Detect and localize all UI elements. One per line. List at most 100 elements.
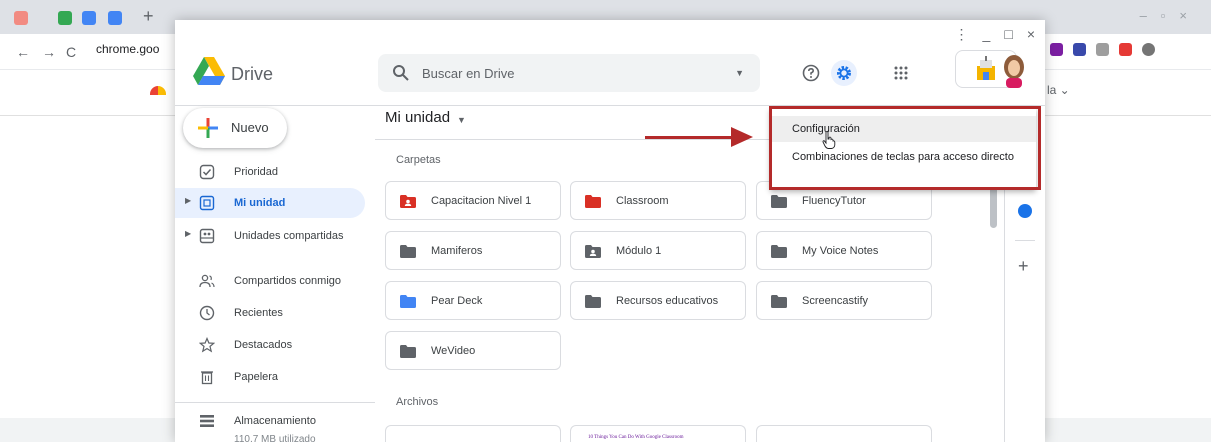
folder-name: FluencyTutor xyxy=(802,195,866,207)
folder-icon xyxy=(585,295,601,308)
sidebar-item-label: Prioridad xyxy=(234,166,279,178)
chevron-down-icon[interactable]: ▼ xyxy=(457,115,466,125)
bookmark-partial[interactable]: la ⌄ xyxy=(1047,83,1070,97)
sidebar-item-my-drive[interactable]: ▶ Mi unidad xyxy=(175,188,365,218)
folder-card[interactable]: Mamiferos xyxy=(385,231,561,270)
folder-icon xyxy=(400,295,416,308)
minimize-icon[interactable]: _ xyxy=(983,26,991,43)
sidebar-item-label: Recientes xyxy=(234,307,283,319)
extension-icons xyxy=(1050,43,1155,56)
folders-section-title: Carpetas xyxy=(396,154,441,166)
sidebar-item-priority[interactable]: Prioridad xyxy=(175,157,365,187)
reload-icon[interactable]: C xyxy=(66,44,76,60)
new-button-label: Nuevo xyxy=(231,120,269,135)
settings-button[interactable] xyxy=(831,60,857,86)
search-bar: ▼ xyxy=(378,54,760,92)
sidebar-item-label: Unidades compartidas xyxy=(234,230,344,242)
annotation-arrow-line xyxy=(645,136,735,139)
drive-window: ⋮ _ □ × Drive ▼ xyxy=(175,20,1045,442)
clock-icon xyxy=(199,305,215,321)
search-options-icon[interactable]: ▼ xyxy=(735,68,744,78)
annotation-arrow-head xyxy=(731,127,753,147)
school-building-icon xyxy=(977,56,995,80)
apps-button[interactable] xyxy=(888,60,914,86)
sidebar-item-label: Destacados xyxy=(234,339,293,351)
sidebar-item-trash[interactable]: Papelera xyxy=(175,362,365,392)
files-section-title: Archivos xyxy=(396,396,439,408)
tasks-icon[interactable] xyxy=(1018,204,1032,218)
close-icon[interactable]: × xyxy=(1027,26,1035,43)
folder-name: Recursos educativos xyxy=(616,295,719,307)
address-bar-url[interactable]: chrome.goo xyxy=(96,42,159,56)
drive-header: Drive ▼ xyxy=(175,44,1045,106)
expand-arrow-icon[interactable]: ▶ xyxy=(185,229,191,238)
sidebar-item-shared-drives[interactable]: ▶ Unidades compartidas xyxy=(175,221,365,251)
page-title[interactable]: Mi unidad xyxy=(385,109,450,126)
tab-favicon-icon[interactable] xyxy=(14,11,28,25)
annotation-highlight-box xyxy=(769,106,1041,190)
folder-name: My Voice Notes xyxy=(802,245,879,257)
rainbow-icon[interactable] xyxy=(150,86,166,95)
plus-icon xyxy=(198,118,218,138)
star-icon xyxy=(199,337,215,353)
window-controls: ⋮ _ □ × xyxy=(955,26,1035,43)
folder-card[interactable]: My Voice Notes xyxy=(756,231,932,270)
folder-icon xyxy=(400,245,416,258)
sidebar-item-label: Mi unidad xyxy=(234,197,286,209)
folder-icon xyxy=(771,195,787,208)
extension-icon[interactable] xyxy=(1096,43,1109,56)
sidebar-item-storage[interactable]: Almacenamiento xyxy=(175,406,365,436)
search-icon[interactable] xyxy=(392,64,410,82)
gear-icon xyxy=(837,66,851,80)
file-card[interactable] xyxy=(756,425,932,442)
folder-card[interactable]: Classroom xyxy=(570,181,746,220)
sidebar-item-starred[interactable]: Destacados xyxy=(175,330,365,360)
folder-name: Pear Deck xyxy=(431,295,483,307)
folder-card[interactable]: Screencastify xyxy=(756,281,932,320)
apps-grid-icon xyxy=(894,66,908,80)
add-addon-icon[interactable]: + xyxy=(1018,256,1029,277)
back-icon[interactable]: ← xyxy=(16,44,30,60)
folder-card[interactable]: Módulo 1 xyxy=(570,231,746,270)
folder-name: Screencastify xyxy=(802,295,869,307)
file-card[interactable]: 10 Things You Can Do With Google Classro… xyxy=(570,425,746,442)
search-input[interactable] xyxy=(422,54,722,92)
folder-card[interactable]: WeVideo xyxy=(385,331,561,370)
browser-window-controls[interactable]: –▫× xyxy=(1140,8,1201,23)
extension-icon[interactable] xyxy=(1119,43,1132,56)
folder-icon xyxy=(771,245,787,258)
sidebar-item-label: Almacenamiento xyxy=(234,415,316,427)
storage-icon xyxy=(200,415,214,427)
storage-used-text: 110,7 MB utilizado xyxy=(234,434,316,442)
extension-icon[interactable] xyxy=(1142,43,1155,56)
new-tab-icon[interactable]: + xyxy=(143,6,154,27)
expand-arrow-icon[interactable]: ▶ xyxy=(185,196,191,205)
sidebar-item-recent[interactable]: Recientes xyxy=(175,298,365,328)
file-thumbnail-text: 10 Things You Can Do With Google Classro… xyxy=(588,435,684,440)
app-title: Drive xyxy=(231,64,274,84)
tab-favicon-icon[interactable] xyxy=(82,11,96,25)
priority-check-icon xyxy=(199,164,215,180)
extension-icon[interactable] xyxy=(1050,43,1063,56)
my-drive-icon xyxy=(199,195,215,211)
file-card[interactable] xyxy=(385,425,561,442)
maximize-icon[interactable]: □ xyxy=(1004,26,1012,43)
forward-icon[interactable]: → xyxy=(42,44,56,60)
drive-logo-icon[interactable] xyxy=(193,57,225,85)
help-icon xyxy=(802,64,820,82)
avatar[interactable] xyxy=(1000,54,1028,88)
extension-icon[interactable] xyxy=(1073,43,1086,56)
shared-folder-icon xyxy=(585,245,601,258)
tab-favicon-icon[interactable] xyxy=(108,11,122,25)
more-icon[interactable]: ⋮ xyxy=(955,26,969,43)
folder-card[interactable]: Pear Deck xyxy=(385,281,561,320)
folder-card[interactable]: Capacitacion Nivel 1 xyxy=(385,181,561,220)
folder-name: WeVideo xyxy=(431,345,476,357)
tab-favicon-icon[interactable] xyxy=(58,11,72,25)
sidebar-item-label: Papelera xyxy=(234,371,279,383)
new-button[interactable]: Nuevo xyxy=(183,108,287,148)
sidebar-item-shared-with-me[interactable]: Compartidos conmigo xyxy=(175,266,365,296)
help-button[interactable] xyxy=(798,60,824,86)
folder-name: Mamiferos xyxy=(431,245,483,257)
folder-card[interactable]: Recursos educativos xyxy=(570,281,746,320)
